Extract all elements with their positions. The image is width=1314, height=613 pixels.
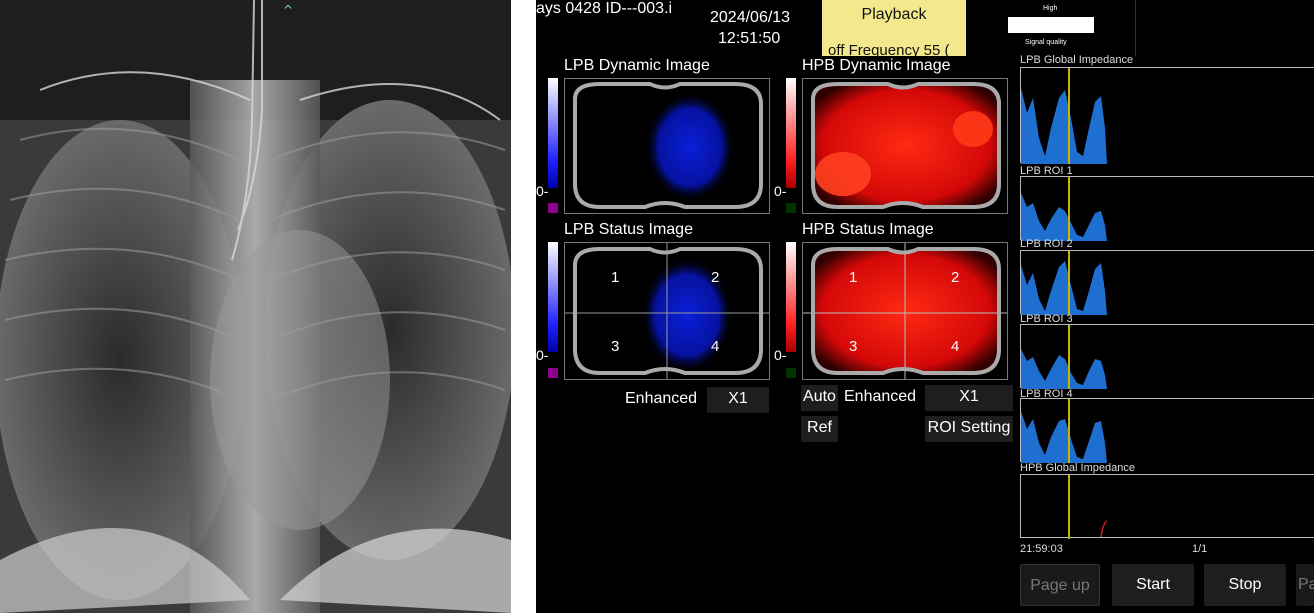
hpb-status-scale-foot [786,368,796,378]
lpb-status-color-scale [548,242,558,352]
lpb-status-scale-foot [548,368,558,378]
playback-button[interactable]: Playback off Frequency 55 ( [822,0,966,56]
svg-text:^: ^ [283,3,293,17]
hpb-quadrant-3: 3 [849,338,858,355]
lpb-quadrant-4: 4 [711,338,720,355]
hpb-quadrant-4: 4 [951,338,960,355]
playback-label: Playback [861,6,927,23]
lpb-roi2-title: LPB ROI 2 [1020,238,1073,250]
stop-button[interactable]: Stop [1204,564,1286,606]
start-button[interactable]: Start [1112,564,1194,606]
lpb-dynamic-scale-foot [548,203,558,213]
waveform-time-label: 21:59:03 [1020,543,1063,555]
hpb-dynamic-image[interactable] [802,78,1008,214]
pause-button[interactable]: Pa [1296,564,1314,606]
hpb-enhanced-label: Enhanced [844,388,917,405]
header-date: 2024/06/13 [710,9,791,26]
ref-button[interactable]: Ref [801,416,838,442]
hpb-quadrant-1: 1 [849,269,858,286]
lpb-global-impedance-title: LPB Global Impedance [1020,54,1134,66]
lpb-dynamic-title: LPB Dynamic Image [564,57,710,74]
lpb-quadrant-3: 3 [611,338,620,355]
hpb-dynamic-scale-zero: 0- [774,183,787,199]
lpb-roi3-plot [1020,324,1314,389]
lpb-status-title: LPB Status Image [564,221,693,238]
hpb-status-image[interactable]: 1 2 3 4 [802,242,1008,380]
lpb-status-image[interactable]: 1 2 3 4 [564,242,770,380]
hpb-zoom-button[interactable]: X1 [925,385,1013,411]
lpb-roi1-plot [1020,176,1314,241]
lpb-status-scale-zero: 0- [536,347,549,363]
chest-xray-image: ^ [0,0,511,613]
lpb-quadrant-2: 2 [711,269,720,286]
eit-monitor-screen: ays 0428 ID---003.i 2024/06/13 12:51:50 … [536,0,1314,613]
hpb-status-color-scale [786,242,796,352]
signal-quality-panel [966,0,1136,56]
page-indicator: 1/1 [1192,543,1208,555]
hpb-dynamic-scale-foot [786,203,796,213]
hpb-global-impedance-plot [1020,474,1314,539]
lpb-roi4-plot [1020,398,1314,463]
lpb-zoom-button[interactable]: X1 [707,387,769,413]
hpb-global-impedance-title: HPB Global Impedance [1020,462,1135,474]
auto-button[interactable]: Auto [801,385,838,411]
lpb-global-impedance-plot [1020,67,1314,164]
lpb-dynamic-scale-zero: 0- [536,183,549,199]
hpb-dynamic-title: HPB Dynamic Image [802,57,951,74]
hpb-dynamic-color-scale [786,78,796,188]
lpb-enhanced-label: Enhanced [625,390,698,407]
hpb-status-title: HPB Status Image [802,221,934,238]
lpb-quadrant-1: 1 [611,269,620,286]
frequency-text: off Frequency 55 ( [828,42,950,56]
hpb-status-scale-zero: 0- [774,347,787,363]
header-time: 12:51:50 [718,30,781,47]
lpb-roi2-plot [1020,250,1314,315]
file-title: ays 0428 ID---003.i [536,0,673,17]
lpb-dynamic-color-scale [548,78,558,188]
hpb-quadrant-2: 2 [951,269,960,286]
roi-setting-button[interactable]: ROI Setting [925,416,1013,442]
page-up-button[interactable]: Page up [1020,564,1100,606]
lpb-dynamic-image[interactable] [564,78,770,214]
